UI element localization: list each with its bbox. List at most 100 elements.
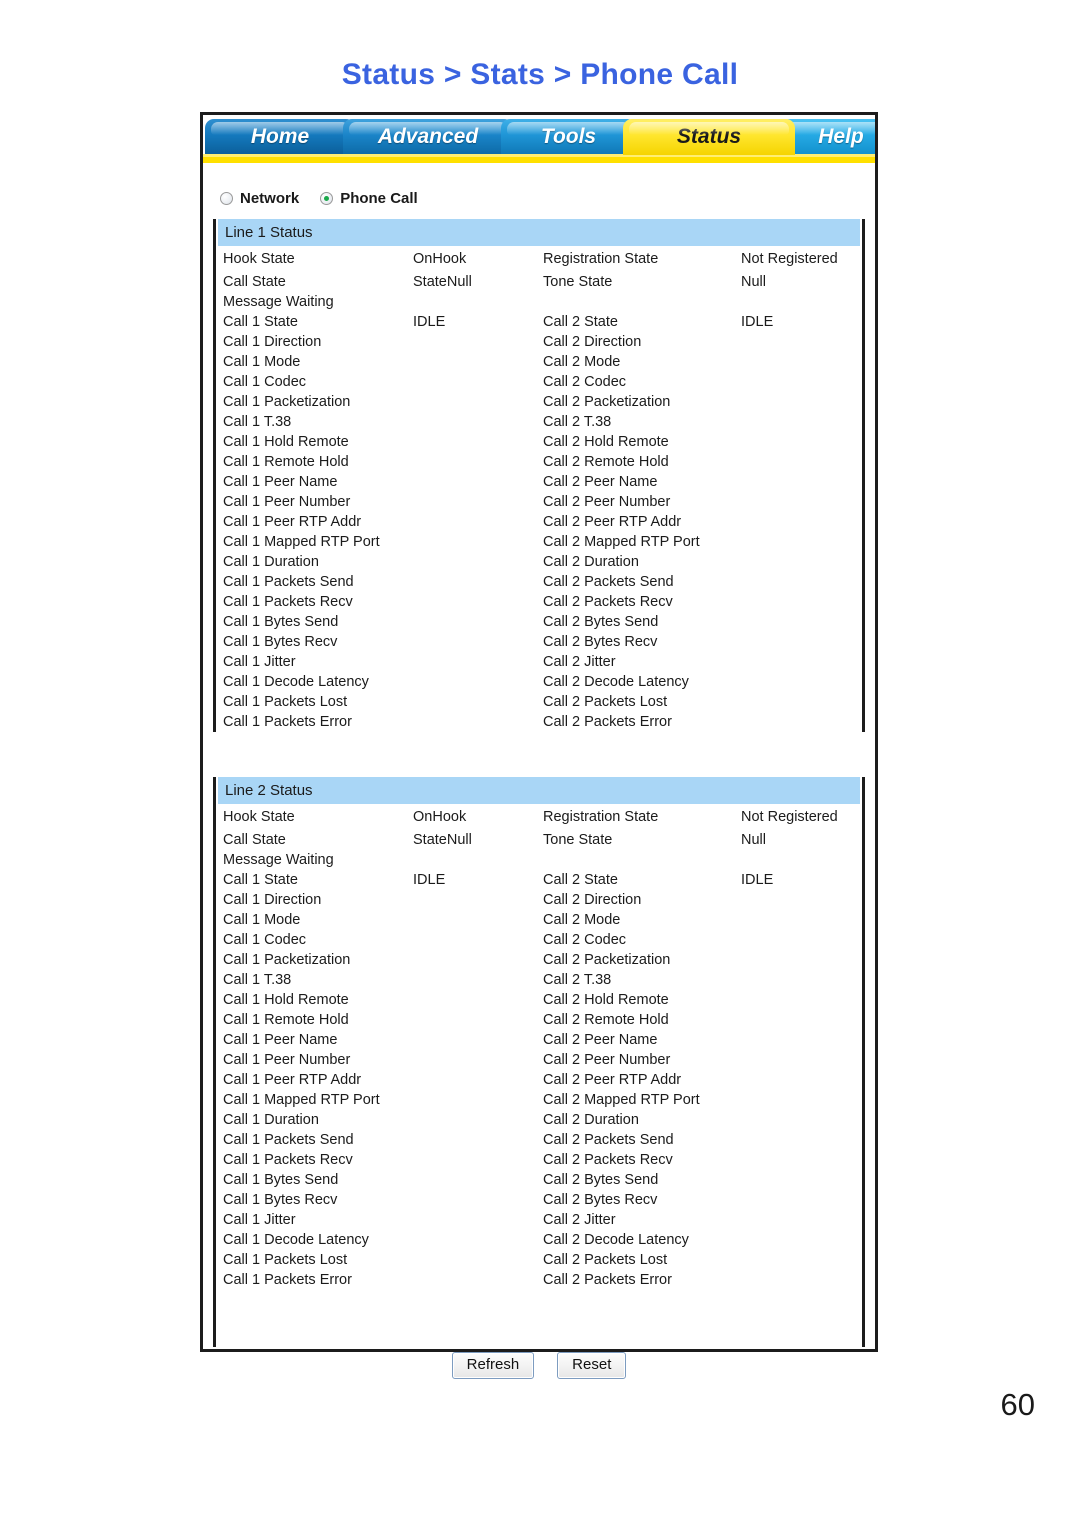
stat-value-right — [734, 910, 862, 930]
refresh-button[interactable]: Refresh — [451, 1352, 535, 1379]
stat-label-right: Call 2 Packets Lost — [543, 694, 668, 710]
stat-value-right — [734, 1070, 862, 1090]
table-row: Call 1 Remote Hold Call 2 Remote Hold — [216, 1010, 862, 1030]
stat-value-left — [406, 472, 536, 492]
stat-value-right — [734, 552, 862, 572]
tab-advanced[interactable]: Advanced — [343, 119, 513, 155]
tab-help-label: Help — [818, 125, 864, 148]
tab-advanced-label: Advanced — [377, 125, 479, 148]
table-row: Call 1 Packets Lost Call 2 Packets Lost — [216, 692, 862, 712]
table-row: Message Waiting — [216, 850, 862, 870]
stat-label-right: Call 2 Mapped RTP Port — [543, 1092, 700, 1108]
stat-label-right: Call 2 Mode — [543, 354, 621, 370]
stat-value-left — [406, 910, 536, 930]
stat-label-left: Call 1 Packets Recv — [223, 594, 353, 610]
table-row: Call 1 Peer Name Call 2 Peer Name — [216, 472, 862, 492]
stat-value-left — [406, 1210, 536, 1230]
stat-value-left — [406, 332, 536, 352]
stat-value-right — [734, 332, 862, 352]
stat-value-left — [406, 292, 536, 312]
table-row: Call 1 Mapped RTP Port Call 2 Mapped RTP … — [216, 532, 862, 552]
table-row: Call 1 Remote Hold Call 2 Remote Hold — [216, 452, 862, 472]
stat-label-right: Call 2 Direction — [543, 892, 642, 908]
table-row: Call 1 Mode Call 2 Mode — [216, 910, 862, 930]
stat-value-left — [406, 1050, 536, 1070]
tab-home[interactable]: Home — [205, 119, 355, 155]
tab-status[interactable]: Status — [623, 119, 795, 155]
stat-value-left — [406, 950, 536, 970]
stat-value-right — [734, 492, 862, 512]
stat-value-right — [734, 352, 862, 372]
stat-label-left: Call 1 Packets Send — [223, 1132, 354, 1148]
stat-label-left: Call 1 Mapped RTP Port — [223, 1092, 380, 1108]
stat-label-left: Call 1 Packets Error — [223, 714, 352, 730]
stat-label-right: Tone State — [543, 832, 613, 848]
stat-value-left: IDLE — [413, 314, 446, 330]
stat-value-left — [406, 1090, 536, 1110]
stat-value-left — [406, 890, 536, 910]
stat-label-right: Call 2 Packets Recv — [543, 594, 673, 610]
stat-value-left — [406, 672, 536, 692]
radio-phone-call[interactable] — [320, 192, 334, 205]
tab-help[interactable]: Help — [781, 119, 875, 155]
stat-label-left: Hook State — [223, 809, 295, 825]
stat-value-left — [406, 612, 536, 632]
stat-value-left — [406, 592, 536, 612]
stat-label-left: Call 1 Peer RTP Addr — [223, 514, 362, 530]
stat-label-right: Call 2 Peer RTP Addr — [543, 514, 682, 530]
stat-label-right — [536, 850, 734, 870]
stat-label-left: Call 1 State — [223, 872, 298, 888]
table-row: Call 1 Bytes Send Call 2 Bytes Send — [216, 1170, 862, 1190]
stat-label-right: Call 2 Packets Error — [543, 1272, 672, 1288]
stat-value-right — [734, 572, 862, 592]
stat-value-left — [406, 452, 536, 472]
radio-network[interactable] — [220, 192, 233, 205]
stat-value-left — [406, 1110, 536, 1130]
reset-button[interactable]: Reset — [557, 1352, 627, 1379]
stat-value-left — [406, 652, 536, 672]
table-row: Call 1 Mode Call 2 Mode — [216, 352, 862, 372]
stat-label-left: Call 1 Bytes Recv — [223, 1192, 338, 1208]
stat-label-right: Call 2 Codec — [543, 932, 627, 948]
stat-label-right: Call 2 Peer Name — [543, 1032, 658, 1048]
stat-value-left — [406, 372, 536, 392]
stat-label-left: Call 1 Packets Recv — [223, 1152, 353, 1168]
stat-value-right: IDLE — [741, 872, 774, 888]
line-2-status-table: Hook State OnHook Registration State Not Re… — [216, 804, 862, 1290]
table-row: Call 1 Peer Number Call 2 Peer Number — [216, 492, 862, 512]
stat-label-right: Tone State — [543, 274, 613, 290]
table-row: Call 1 Jitter Call 2 Jitter — [216, 1210, 862, 1230]
tab-tools[interactable]: Tools — [501, 119, 636, 155]
table-row: Call 1 Packets Lost Call 2 Packets Lost — [216, 1250, 862, 1270]
stat-label-right: Call 2 Bytes Send — [543, 614, 659, 630]
stat-value-right — [734, 612, 862, 632]
table-row: Call 1 Duration Call 2 Duration — [216, 1110, 862, 1130]
stat-value-left — [406, 850, 536, 870]
tab-home-label: Home — [250, 125, 310, 148]
table-row: Call 1 Bytes Recv Call 2 Bytes Recv — [216, 1190, 862, 1210]
stat-label-right: Call 2 Packetization — [543, 394, 671, 410]
table-row: Call 1 Peer Name Call 2 Peer Name — [216, 1030, 862, 1050]
stat-value-left — [406, 1270, 536, 1290]
radio-phone-call-label: Phone Call — [340, 190, 418, 207]
table-row: Call 1 Decode Latency Call 2 Decode Laten… — [216, 1230, 862, 1250]
stat-label-right: Call 2 T.38 — [543, 972, 612, 988]
stat-value-right — [734, 1030, 862, 1050]
stat-label-right: Call 2 Duration — [543, 554, 639, 570]
stat-label-left: Call 1 Hold Remote — [223, 992, 349, 1008]
table-row: Call 1 Packets Send Call 2 Packets Send — [216, 1130, 862, 1150]
stat-value-left — [406, 352, 536, 372]
stat-value-right — [734, 930, 862, 950]
stat-value-right: Null — [741, 832, 766, 848]
stat-value-right — [734, 372, 862, 392]
stat-label-left: Call 1 Peer Number — [223, 1052, 351, 1068]
stat-value-right — [734, 392, 862, 412]
stat-value-left — [406, 572, 536, 592]
table-row: Call 1 Bytes Recv Call 2 Bytes Recv — [216, 632, 862, 652]
stat-value-left — [406, 412, 536, 432]
stat-value-left — [406, 970, 536, 990]
stat-label-left: Message Waiting — [223, 852, 334, 868]
stat-value-right — [734, 672, 862, 692]
stat-label-left: Call 1 Duration — [223, 1112, 319, 1128]
stat-label-left: Call 1 Mapped RTP Port — [223, 534, 380, 550]
